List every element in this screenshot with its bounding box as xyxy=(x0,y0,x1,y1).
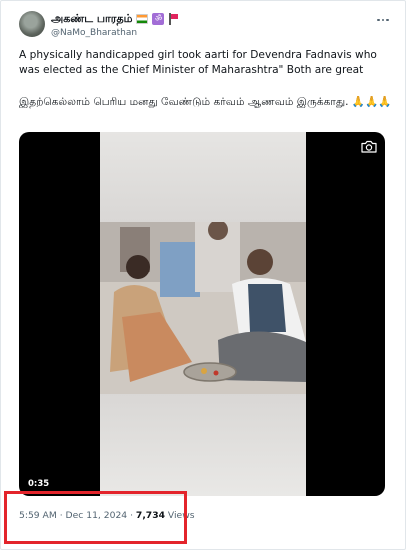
red-flag-icon xyxy=(168,13,178,25)
author-handle[interactable]: @NaMo_Bharathan xyxy=(51,28,137,38)
annotation-highlight-box xyxy=(4,491,187,544)
author-display-name[interactable]: அகண்ட பாரதம் xyxy=(51,12,132,27)
video-player[interactable]: 0:35 xyxy=(19,132,385,496)
more-options-icon[interactable] xyxy=(375,13,391,27)
camera-icon[interactable] xyxy=(361,140,377,153)
avatar[interactable] xyxy=(19,11,45,37)
author-name-row: அகண்ட பாரதம் ॐ xyxy=(51,11,178,27)
video-frame xyxy=(100,132,306,496)
india-flag-icon xyxy=(136,14,149,24)
tweet-card: அகண்ட பாரதம் ॐ @NaMo_Bharathan A physica… xyxy=(0,0,406,550)
tweet-text-tamil: இதற்கெல்லாம் பெரிய மனது வேண்டும் கர்வம் … xyxy=(19,96,392,108)
video-duration: 0:35 xyxy=(28,479,50,489)
om-icon: ॐ xyxy=(152,13,165,25)
tweet-header: அகண்ட பாரதம் ॐ @NaMo_Bharathan xyxy=(19,11,395,41)
video-scene xyxy=(100,222,306,394)
tweet-text-english: A physically handicapped girl took aarti… xyxy=(19,49,377,76)
